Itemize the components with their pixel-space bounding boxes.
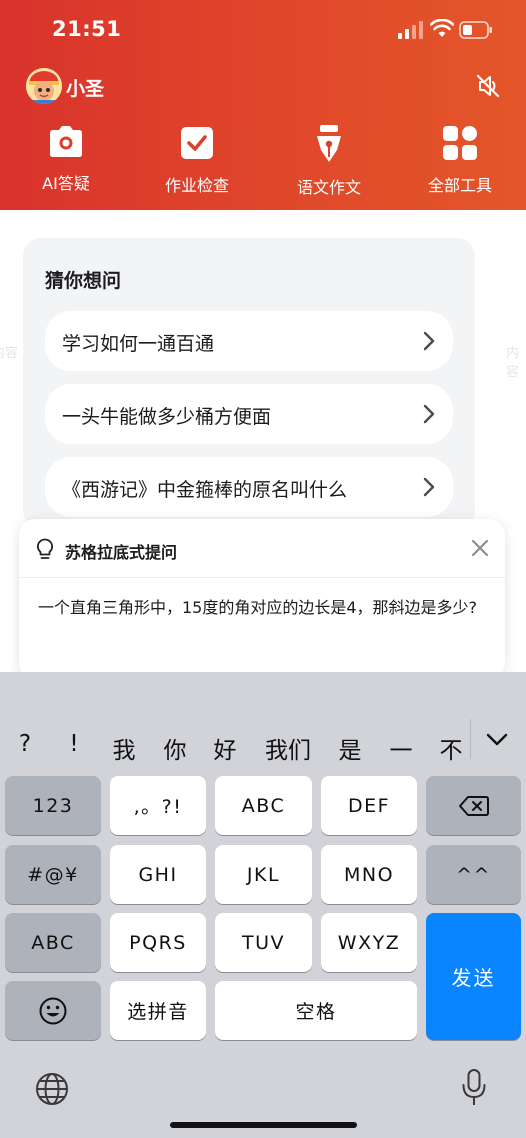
candidate-item[interactable]: 我们: [265, 731, 311, 765]
candidate-bar: ? ! 我 你 好 我们 是 一 不: [0, 672, 526, 772]
watermark: 内容: [0, 346, 19, 361]
suggestion-item[interactable]: 学习如何一通百通: [45, 311, 453, 371]
grid-apps-icon: [443, 126, 477, 160]
backspace-icon: [458, 795, 489, 816]
camera-icon: [50, 126, 82, 157]
candidate-divider: [470, 719, 471, 759]
checkbox-icon: [181, 127, 213, 159]
tool-chinese-essay[interactable]: 语文作文: [274, 124, 384, 198]
tool-label: 语文作文: [296, 178, 361, 197]
app-header: 21:51 小圣 AI答疑 作业检查 语文作文 全部工具: [0, 0, 526, 210]
candidate-item[interactable]: ?: [19, 731, 31, 757]
smiley-icon: [39, 997, 67, 1024]
status-bar: 21:51: [0, 0, 526, 60]
status-time: 21:51: [52, 17, 122, 41]
wifi-icon: [430, 19, 454, 37]
lightbulb-icon: [36, 538, 54, 559]
pen-nib-icon: [317, 125, 341, 162]
candidate-item[interactable]: 是: [339, 731, 362, 765]
suggestion-item[interactable]: 《西游记》中金箍棒的原名叫什么: [45, 457, 453, 517]
candidate-item[interactable]: 一: [390, 731, 413, 765]
avatar-character-icon: [26, 68, 62, 104]
socratic-question-popup: 苏格拉底式提问 一个直角三角形中，15度的角对应的边长是4，那斜边是多少?: [19, 519, 505, 679]
candidate-item[interactable]: 好: [214, 731, 237, 765]
key-abc[interactable]: ABC: [215, 776, 312, 835]
emoji-key[interactable]: [5, 981, 101, 1040]
key-numbers[interactable]: 123: [5, 776, 101, 835]
backspace-key[interactable]: [426, 776, 521, 835]
suggestion-text: 一头牛能做多少桶方便面: [62, 406, 272, 428]
sound-off-icon[interactable]: [474, 72, 502, 100]
space-key[interactable]: 空格: [215, 981, 417, 1040]
keyboard: ? ! 我 你 好 我们 是 一 不: [0, 672, 526, 1138]
key-emoticon[interactable]: ^^: [426, 845, 521, 904]
user-row: 小圣: [26, 66, 500, 106]
candidate-item[interactable]: 不: [440, 731, 463, 765]
key-def[interactable]: DEF: [321, 776, 417, 835]
key-wxyz[interactable]: WXYZ: [321, 913, 417, 972]
key-pqrs[interactable]: PQRS: [110, 913, 206, 972]
close-icon[interactable]: [471, 539, 489, 557]
key-jkl[interactable]: JKL: [215, 845, 312, 904]
tool-ai-answer[interactable]: AI答疑: [11, 124, 121, 194]
chevron-right-icon: [423, 331, 435, 351]
avatar[interactable]: [26, 68, 62, 104]
suggestions-title: 猜你想问: [45, 270, 122, 292]
tool-label: AI答疑: [42, 174, 90, 193]
key-ghi[interactable]: GHI: [110, 845, 206, 904]
tool-all-tools[interactable]: 全部工具: [405, 124, 515, 196]
username: 小圣: [66, 78, 105, 100]
popup-header: 苏格拉底式提问: [19, 519, 505, 578]
key-tuv[interactable]: TUV: [215, 913, 312, 972]
microphone-icon[interactable]: [461, 1069, 487, 1107]
suggestion-item[interactable]: 一头牛能做多少桶方便面: [45, 384, 453, 444]
tool-homework-check[interactable]: 作业检查: [142, 124, 252, 196]
send-button[interactable]: 发送: [426, 913, 521, 1040]
chevron-right-icon: [423, 404, 435, 424]
home-indicator: [170, 1122, 357, 1128]
suggestion-text: 学习如何一通百通: [62, 333, 215, 355]
watermark: 内容: [506, 346, 520, 380]
tool-label: 全部工具: [427, 176, 492, 195]
candidate-item[interactable]: 你: [164, 731, 187, 765]
key-symbols[interactable]: #@¥: [5, 845, 101, 904]
key-punctuation[interactable]: ,。?!: [110, 776, 206, 835]
battery-icon: [459, 21, 492, 39]
suggestions-card: 猜你想问 学习如何一通百通 一头牛能做多少桶方便面 《西游记》中金箍棒的原名叫什…: [23, 238, 475, 528]
key-mno[interactable]: MNO: [321, 845, 417, 904]
suggestion-text: 《西游记》中金箍棒的原名叫什么: [62, 479, 348, 501]
chevron-right-icon: [423, 477, 435, 497]
popup-title: 苏格拉底式提问: [65, 543, 178, 562]
tool-label: 作业检查: [164, 176, 229, 195]
key-select-pinyin[interactable]: 选拼音: [110, 981, 206, 1040]
tool-bar: AI答疑 作业检查 语文作文 全部工具: [0, 124, 526, 200]
popup-question-text: 一个直角三角形中，15度的角对应的边长是4，那斜边是多少?: [38, 598, 478, 617]
chevron-down-icon[interactable]: [485, 733, 509, 747]
cellular-signal-icon: [398, 21, 423, 39]
key-abc-mode[interactable]: ABC: [5, 913, 101, 972]
globe-icon[interactable]: [35, 1072, 69, 1106]
candidate-item[interactable]: !: [69, 731, 78, 757]
candidate-item[interactable]: 我: [113, 731, 136, 765]
